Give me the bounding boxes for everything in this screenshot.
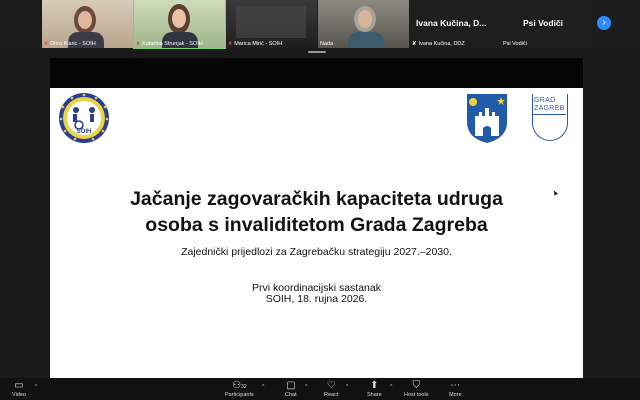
participant-tile[interactable]: ✘ Marica Mirić - SOIH [226, 0, 317, 48]
react-button[interactable]: ♡ React [324, 380, 338, 399]
participants-count: 32 [241, 384, 247, 390]
heart-icon: ♡ [326, 380, 336, 391]
video-button[interactable]: ▭ Video [12, 380, 26, 399]
participant-tile[interactable]: Nada [318, 0, 409, 48]
participant-strip: ✘ Dora Klaric - SOIH ✘ Katarina Strunjak -… [0, 0, 640, 49]
soih-logo: SOIH [58, 92, 110, 144]
chat-label: Chat [285, 392, 297, 398]
share-screen-icon: ⬆ [370, 380, 379, 391]
host-tools-label: Host tools [404, 392, 429, 398]
zagreb-coat-of-arms [465, 92, 509, 144]
shield-icon: ⛉ [412, 380, 420, 391]
participant-tile-no-video[interactable]: Ivana Kučina, D... ✘ Ivana Kučina, DDZ [410, 0, 500, 48]
share-label: Share [367, 392, 382, 398]
mic-off-icon: ✘ [228, 41, 233, 47]
react-label: React [324, 392, 339, 398]
slide-title-line-2: osoba s invaliditetom Grada Zagreba [145, 214, 488, 236]
participant-tile-active[interactable]: ✘ Katarina Strunjak - SOIH [133, 0, 226, 49]
meeting-toolbar: ▭ Video ^ ⚇32 Participants ^ ▢ Chat ^ ♡ … [0, 378, 640, 400]
participant-name: Katarina Strunjak - SOIH [142, 41, 203, 47]
presentation-slide: SOIH GRAD ZAGREB Jačanje zagovaračkih ka… [50, 88, 583, 378]
share-button[interactable]: ⬆ Share [367, 380, 382, 399]
more-button[interactable]: ⋯ More [449, 380, 462, 399]
soih-logo-text: SOIH [76, 129, 92, 135]
slide-title-line-1: Jačanje zagovaračkih kapaciteta udruga [130, 188, 503, 210]
grad-zagreb-logo: GRAD ZAGREB [526, 94, 572, 144]
participant-name: Marica Mirić - SOIH [234, 41, 283, 47]
chevron-up-icon[interactable]: ^ [346, 384, 348, 390]
more-dots-icon: ⋯ [450, 380, 461, 391]
participant-name: Ivana Kučina, DDZ [418, 41, 465, 47]
participant-tile[interactable]: ✘ Dora Klaric - SOIH [42, 0, 133, 48]
participant-display-name: Psi Vodiči [523, 18, 563, 28]
participant-name: Dora Klaric - SOIH [50, 41, 96, 47]
mic-off-icon: ✘ [44, 41, 49, 47]
slide-meeting-line-2: SOIH, 18. rujna 2026. [265, 293, 368, 305]
participant-name: Nada [320, 41, 334, 47]
chevron-up-icon[interactable]: ^ [35, 384, 37, 390]
people-icon: ⚇32 [232, 380, 247, 391]
mic-off-icon: ✘ [136, 41, 141, 47]
video-camera-icon: ▭ [14, 380, 24, 391]
strip-resize-handle[interactable] [308, 51, 326, 53]
mic-off-icon: ✘ [412, 41, 417, 47]
chat-button[interactable]: ▢ Chat [285, 380, 297, 399]
video-label: Video [12, 392, 26, 398]
host-tools-button[interactable]: ⛉ Host tools [404, 380, 428, 399]
chevron-up-icon[interactable]: ^ [390, 384, 392, 390]
participants-button[interactable]: ⚇32 Participants [225, 380, 254, 399]
participant-display-name: Ivana Kučina, D... [416, 18, 487, 28]
participants-label: Participants [225, 392, 254, 398]
participant-name: Psi Vodiči [503, 41, 527, 47]
chevron-up-icon[interactable]: ^ [305, 384, 307, 390]
chevron-right-icon[interactable]: › [597, 16, 611, 30]
slide-subtitle: Zajednički prijedlozi za Zagrebačku stra… [181, 246, 452, 258]
more-label: More [449, 392, 462, 398]
participant-tile-no-video[interactable]: Psi Vodiči Psi Vodiči [501, 0, 591, 48]
chat-bubble-icon: ▢ [286, 380, 296, 391]
chevron-up-icon[interactable]: ^ [262, 384, 264, 390]
